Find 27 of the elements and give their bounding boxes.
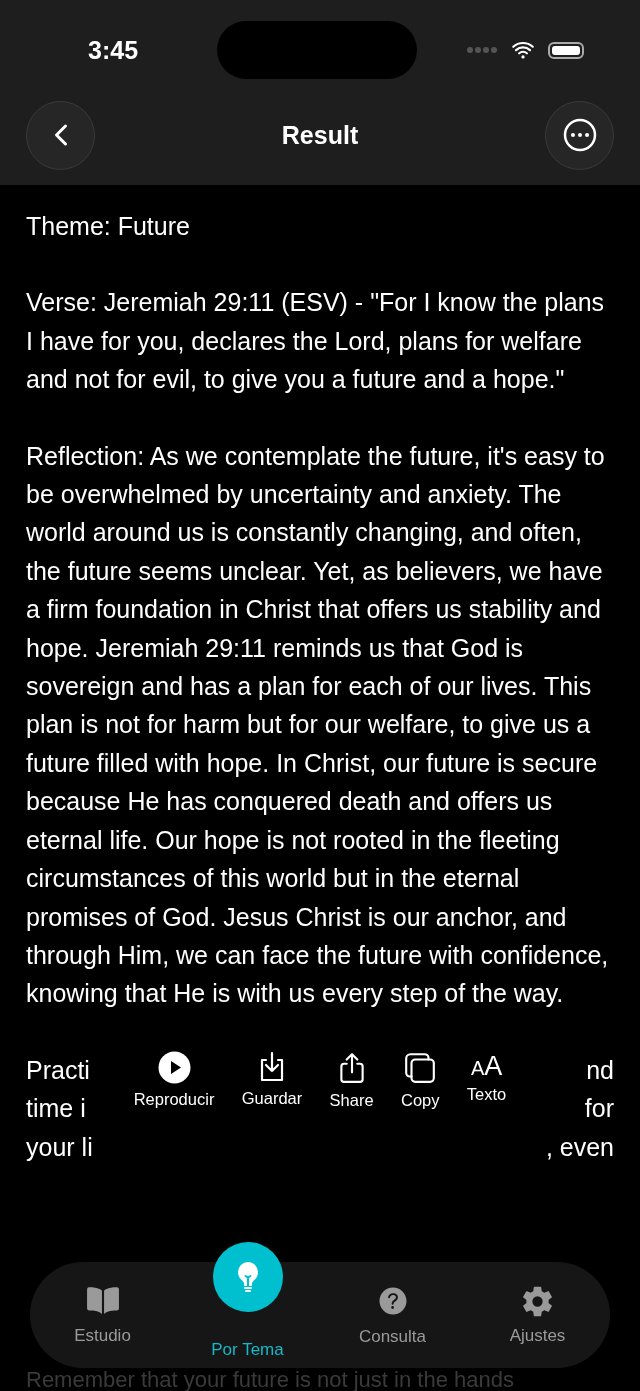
text-fragment: your li <box>26 1131 93 1163</box>
battery-icon <box>548 41 584 59</box>
text-fragment: , even <box>545 1131 614 1163</box>
text-fragment: Practi <box>26 1054 90 1086</box>
body-text: Reflection: As we contemplate the future, it's easy to be overwhelmed by uncertainty and anxiety. The world around us is constantly changing, and often, the future seems unclear. Yet, as believers, we have a firm foundation in Christ that offers us stability and hope. Jeremiah 29:11 reminds us that God is sovereign and has a plan for each of our lives. This plan is not for harm but for our welfare, to give us a future filled with hope. In Christ, our future is secure because He has conquered death and offers us eternal life. Our hope is not rooted in the fleeting circumstances of this world but in the eternal promises of God. Jesus Christ is our anchor, and through Him, we can face the future with confidence, knowing that He is with us every step of the way. <box>26 440 610 1010</box>
text-fragment: for <box>584 1093 614 1125</box>
tab[interactable]: Estudio <box>30 1262 175 1368</box>
action-button[interactable]: Share <box>329 1050 374 1110</box>
signal-icon <box>466 46 498 54</box>
action-button[interactable]: Copy <box>401 1050 440 1110</box>
text-size-icon: AA <box>470 1050 503 1083</box>
text-fragment: nd <box>586 1054 614 1086</box>
tab[interactable]: Ajustes <box>465 1262 610 1368</box>
action-button[interactable]: Guardar <box>241 1050 303 1108</box>
body-text: Theme: Future <box>26 211 191 242</box>
tab[interactable]: Por Tema <box>175 1242 320 1368</box>
page-title: Result <box>281 120 359 150</box>
action-button[interactable]: AA Texto <box>466 1050 507 1104</box>
settings-icon <box>521 1284 554 1318</box>
body-text: Remember that your future is not just in the hands <box>26 1368 515 1391</box>
body-text: Verse: Jeremiah 29:11 (ESV) - "For I know the plans I have for you, declares the Lord, plans for welfare and not for evil, to give you a future and a hope." <box>26 287 606 396</box>
tab[interactable]: Consulta <box>320 1262 465 1368</box>
status-time: 3:45 <box>88 35 139 65</box>
action-button[interactable]: Reproducir <box>133 1050 215 1109</box>
text-fragment: time i <box>26 1093 86 1125</box>
copy-icon <box>403 1050 438 1085</box>
play-icon <box>157 1050 191 1084</box>
